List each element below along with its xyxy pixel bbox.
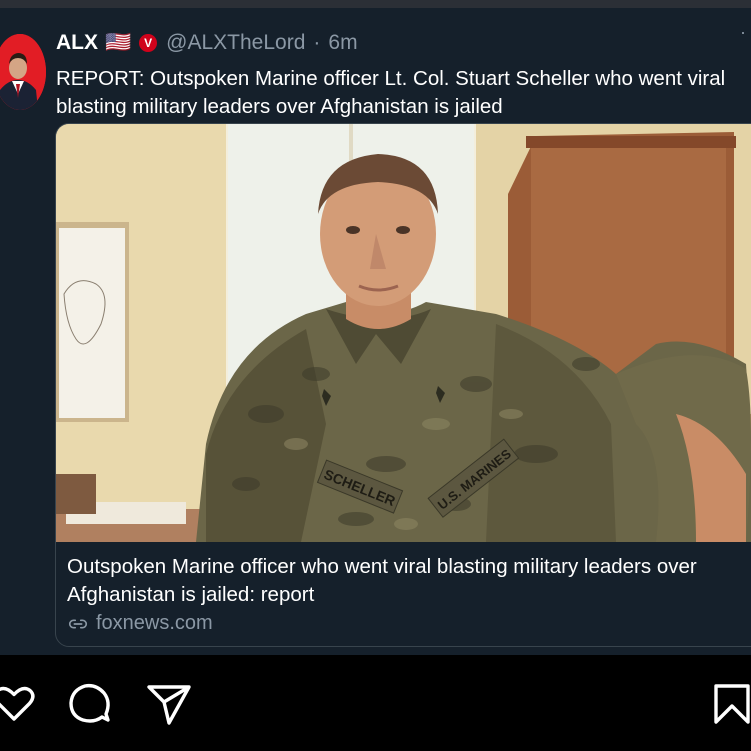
verified-badge-icon: V <box>139 34 158 52</box>
link-icon <box>68 619 88 628</box>
more-icon[interactable]: · <box>740 22 747 43</box>
handle[interactable]: @ALXTheLord <box>166 31 305 55</box>
embedded-tweet[interactable]: ALX 🇺🇸 V @ALXTheLord · 6m · REPORT: Outs… <box>0 8 751 655</box>
card-domain[interactable]: foxnews.com <box>67 612 213 635</box>
card-title[interactable]: Outspoken Marine officer who went viral … <box>67 553 751 609</box>
comment-icon[interactable] <box>67 682 113 726</box>
separator-dot: · <box>313 31 321 54</box>
us-flag-icon: 🇺🇸 <box>105 31 132 54</box>
display-name[interactable]: ALX <box>56 31 98 55</box>
send-icon[interactable] <box>146 682 192 726</box>
card-image[interactable]: SCHELLER U.S. MARINES <box>56 124 751 542</box>
timestamp[interactable]: 6m <box>328 31 357 55</box>
top-border <box>0 0 751 8</box>
tweet-header: ALX 🇺🇸 V @ALXTheLord · 6m <box>56 30 358 56</box>
avatar[interactable] <box>0 34 46 110</box>
heart-icon[interactable] <box>0 682 35 724</box>
link-card[interactable]: SCHELLER U.S. MARINES Outspoken Marine o… <box>55 123 751 647</box>
domain-text: foxnews.com <box>96 612 213 634</box>
tweet-text: REPORT: Outspoken Marine officer Lt. Col… <box>56 67 726 118</box>
bookmark-icon[interactable] <box>712 682 751 726</box>
